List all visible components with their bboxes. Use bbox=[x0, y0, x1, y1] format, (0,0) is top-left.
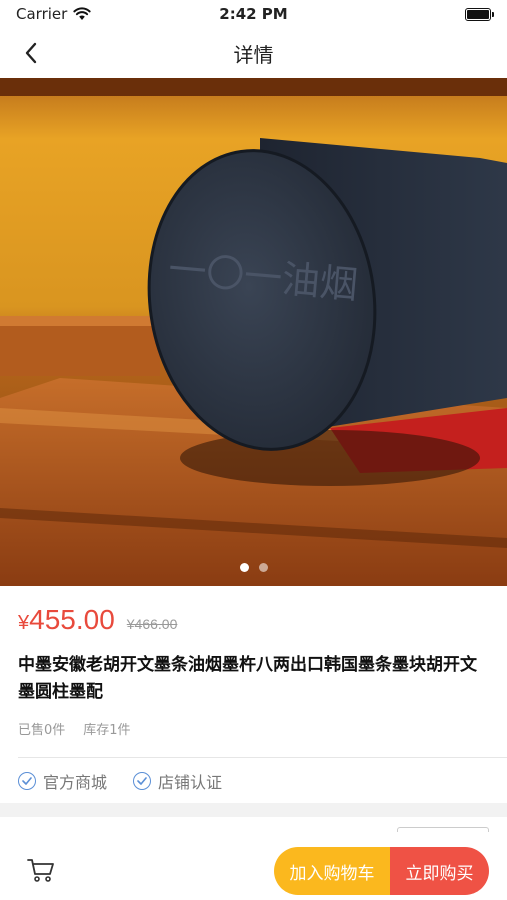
carousel-dot-1[interactable] bbox=[239, 563, 249, 572]
carrier-label: Carrier bbox=[16, 5, 68, 23]
wifi-icon bbox=[73, 7, 91, 20]
back-button[interactable] bbox=[16, 38, 46, 68]
page-title: 详情 bbox=[233, 42, 274, 67]
buy-now-button[interactable]: 立即购买 bbox=[390, 847, 489, 895]
check-circle-icon bbox=[18, 772, 36, 790]
purchase-buttons: 加入购物车 立即购买 bbox=[274, 847, 489, 895]
check-circle-icon bbox=[133, 772, 152, 790]
original-price: ¥466.00 bbox=[126, 616, 178, 632]
cart-button[interactable] bbox=[26, 856, 56, 884]
sales-meta: 已售0件 库存1件 bbox=[18, 719, 131, 738]
nav-bar: 详情 bbox=[0, 28, 507, 78]
currency-symbol: ¥ bbox=[18, 612, 30, 634]
section-separator bbox=[0, 803, 507, 817]
add-to-cart-button[interactable]: 加入购物车 bbox=[274, 847, 390, 895]
product-image: 一〇一油烟 bbox=[0, 78, 507, 586]
badge-label: 店铺认证 bbox=[158, 773, 223, 792]
badge-label: 官方商城 bbox=[43, 773, 108, 792]
battery-icon bbox=[465, 7, 494, 21]
service-badges: 官方商城 店铺认证 bbox=[18, 766, 222, 796]
price-value: 455.00 bbox=[29, 604, 115, 635]
price-row: ¥455.00 ¥466.00 bbox=[18, 604, 177, 636]
stock-count: 库存1件 bbox=[83, 723, 131, 738]
carousel-dot-2[interactable] bbox=[258, 563, 268, 572]
product-title: 中墨安徽老胡开文墨条油烟墨杵八两出口韩国墨条墨块胡开文墨圆柱墨配 bbox=[18, 655, 477, 702]
chevron-left-icon bbox=[25, 42, 37, 64]
bottom-action-bar: 加入购物车 立即购买 bbox=[0, 832, 507, 900]
shopping-cart-icon bbox=[27, 859, 54, 882]
current-price: ¥455.00 bbox=[18, 604, 115, 636]
badge-official-mall: 官方商城 bbox=[18, 769, 107, 793]
sold-count: 已售0件 bbox=[18, 723, 66, 738]
product-image-carousel[interactable]: 一〇一油烟 bbox=[0, 78, 507, 586]
carousel-indicator bbox=[0, 563, 507, 572]
divider bbox=[18, 757, 507, 758]
status-bar: Carrier 2:42 PM bbox=[0, 0, 507, 28]
badge-shop-verified: 店铺认证 bbox=[133, 769, 222, 793]
